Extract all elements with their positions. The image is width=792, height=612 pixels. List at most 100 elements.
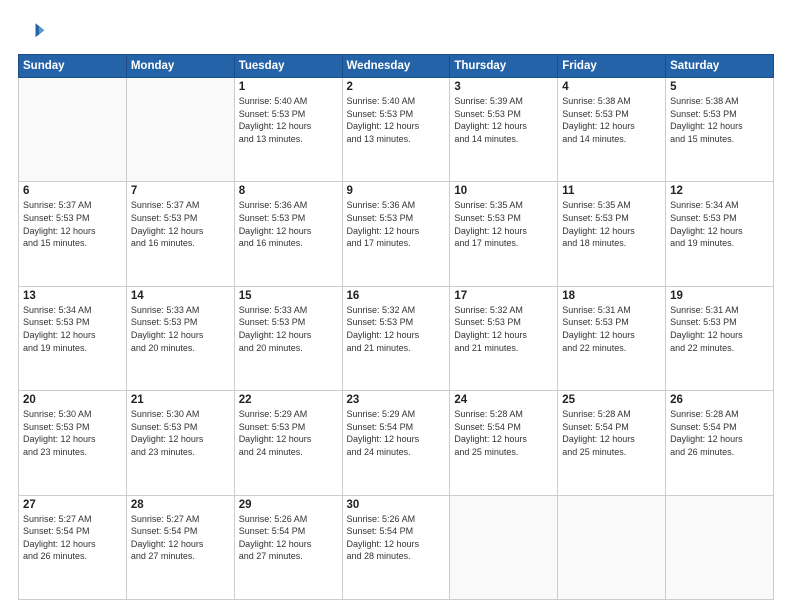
day-info: Sunrise: 5:39 AM Sunset: 5:53 PM Dayligh… (454, 95, 553, 145)
calendar-cell: 3 Sunrise: 5:39 AM Sunset: 5:53 PM Daylig… (450, 78, 558, 182)
day-number: 5 (670, 81, 769, 93)
calendar-cell: 13 Sunrise: 5:34 AM Sunset: 5:53 PM Dayli… (19, 286, 127, 390)
calendar-cell: 6Sunrise: 5:37 AM Sunset: 5:53 PM Daylig… (19, 182, 127, 286)
day-number: 22 (239, 394, 338, 406)
calendar-cell: 24 Sunrise: 5:28 AM Sunset: 5:54 PM Dayli… (450, 391, 558, 495)
calendar-week-4: 27 Sunrise: 5:27 AM Sunset: 5:54 PM Dayli… (19, 495, 774, 599)
day-number: 19 (670, 290, 769, 302)
day-info: Sunrise: 5:36 AM Sunset: 5:53 PM Dayligh… (347, 199, 446, 249)
day-info: Sunrise: 5:26 AM Sunset: 5:54 PM Dayligh… (347, 513, 446, 563)
day-number: 17 (454, 290, 553, 302)
day-number: 8 (239, 185, 338, 197)
day-number: 24 (454, 394, 553, 406)
day-info: Sunrise: 5:40 AM Sunset: 5:53 PM Dayligh… (347, 95, 446, 145)
day-info: Sunrise: 5:31 AM Sunset: 5:53 PM Dayligh… (562, 304, 661, 354)
calendar-cell: 15 Sunrise: 5:33 AM Sunset: 5:53 PM Dayli… (234, 286, 342, 390)
day-number: 10 (454, 185, 553, 197)
day-number: 3 (454, 81, 553, 93)
day-info: Sunrise: 5:33 AM Sunset: 5:53 PM Dayligh… (131, 304, 230, 354)
calendar-cell: 19 Sunrise: 5:31 AM Sunset: 5:53 PM Dayli… (666, 286, 774, 390)
day-info: Sunrise: 5:27 AM Sunset: 5:54 PM Dayligh… (131, 513, 230, 563)
calendar-header-tuesday: Tuesday (234, 55, 342, 78)
calendar-cell: 25 Sunrise: 5:28 AM Sunset: 5:54 PM Dayli… (558, 391, 666, 495)
calendar-header-friday: Friday (558, 55, 666, 78)
day-info: Sunrise: 5:30 AM Sunset: 5:53 PM Dayligh… (131, 408, 230, 458)
day-number: 25 (562, 394, 661, 406)
calendar-cell: 1Sunrise: 5:40 AM Sunset: 5:53 PM Daylig… (234, 78, 342, 182)
day-info: Sunrise: 5:37 AM Sunset: 5:53 PM Dayligh… (131, 199, 230, 249)
day-info: Sunrise: 5:38 AM Sunset: 5:53 PM Dayligh… (670, 95, 769, 145)
day-info: Sunrise: 5:26 AM Sunset: 5:54 PM Dayligh… (239, 513, 338, 563)
day-info: Sunrise: 5:29 AM Sunset: 5:53 PM Dayligh… (239, 408, 338, 458)
calendar-cell: 29 Sunrise: 5:26 AM Sunset: 5:54 PM Dayli… (234, 495, 342, 599)
calendar-cell: 2 Sunrise: 5:40 AM Sunset: 5:53 PM Daylig… (342, 78, 450, 182)
day-info: Sunrise: 5:34 AM Sunset: 5:53 PM Dayligh… (23, 304, 122, 354)
day-number: 4 (562, 81, 661, 93)
day-info: Sunrise: 5:34 AM Sunset: 5:53 PM Dayligh… (670, 199, 769, 249)
calendar-cell (19, 78, 127, 182)
calendar-header-row: SundayMondayTuesdayWednesdayThursdayFrid… (19, 55, 774, 78)
day-number: 26 (670, 394, 769, 406)
calendar-cell: 9 Sunrise: 5:36 AM Sunset: 5:53 PM Daylig… (342, 182, 450, 286)
day-info: Sunrise: 5:28 AM Sunset: 5:54 PM Dayligh… (454, 408, 553, 458)
calendar-week-1: 6 Sunrise: 5:37 AM Sunset: 5:53 PM Daylig… (19, 182, 774, 286)
day-number: 28 (131, 499, 230, 511)
calendar-cell (450, 495, 558, 599)
day-number: 7 (131, 185, 230, 197)
day-number: 29 (239, 499, 338, 511)
day-info: Sunrise: 5:35 AM Sunset: 5:53 PM Dayligh… (562, 199, 661, 249)
calendar-cell: 10 Sunrise: 5:35 AM Sunset: 5:53 PM Dayli… (450, 182, 558, 286)
calendar-cell: 5 Sunrise: 5:38 AM Sunset: 5:53 PM Daylig… (666, 78, 774, 182)
day-number: 23 (347, 394, 446, 406)
calendar-cell: 11 Sunrise: 5:35 AM Sunset: 5:53 PM Dayli… (558, 182, 666, 286)
calendar-cell: 8 Sunrise: 5:36 AM Sunset: 5:53 PM Daylig… (234, 182, 342, 286)
calendar-cell (558, 495, 666, 599)
day-info: Sunrise: 5:27 AM Sunset: 5:54 PM Dayligh… (23, 513, 122, 563)
day-number: 9 (347, 185, 446, 197)
calendar-cell: 21 Sunrise: 5:30 AM Sunset: 5:53 PM Dayli… (126, 391, 234, 495)
calendar-header-saturday: Saturday (666, 55, 774, 78)
calendar-table: SundayMondayTuesdayWednesdayThursdayFrid… (18, 54, 774, 600)
calendar-cell: 14 Sunrise: 5:33 AM Sunset: 5:53 PM Dayli… (126, 286, 234, 390)
day-number: 14 (131, 290, 230, 302)
day-info: Sunrise: 5:38 AM Sunset: 5:53 PM Dayligh… (562, 95, 661, 145)
calendar-cell: 28 Sunrise: 5:27 AM Sunset: 5:54 PM Dayli… (126, 495, 234, 599)
calendar-cell: 27 Sunrise: 5:27 AM Sunset: 5:54 PM Dayli… (19, 495, 127, 599)
day-number: 2 (347, 81, 446, 93)
calendar-cell: 18Sunrise: 5:31 AM Sunset: 5:53 PM Dayli… (558, 286, 666, 390)
day-info: Sunrise: 5:28 AM Sunset: 5:54 PM Dayligh… (670, 408, 769, 458)
calendar-cell: 4 Sunrise: 5:38 AM Sunset: 5:53 PM Daylig… (558, 78, 666, 182)
day-number: 20 (23, 394, 122, 406)
day-number: 15 (239, 290, 338, 302)
day-info: Sunrise: 5:33 AM Sunset: 5:53 PM Dayligh… (239, 304, 338, 354)
calendar-header-sunday: Sunday (19, 55, 127, 78)
day-number: 11 (562, 185, 661, 197)
calendar-week-2: 13 Sunrise: 5:34 AM Sunset: 5:53 PM Dayli… (19, 286, 774, 390)
calendar-header-thursday: Thursday (450, 55, 558, 78)
day-number: 1 (239, 81, 338, 93)
calendar-cell (126, 78, 234, 182)
day-info: Sunrise: 5:32 AM Sunset: 5:53 PM Dayligh… (347, 304, 446, 354)
day-number: 21 (131, 394, 230, 406)
calendar-cell: 17Sunrise: 5:32 AM Sunset: 5:53 PM Dayli… (450, 286, 558, 390)
calendar-cell: 20 Sunrise: 5:30 AM Sunset: 5:53 PM Dayli… (19, 391, 127, 495)
day-info: Sunrise: 5:35 AM Sunset: 5:53 PM Dayligh… (454, 199, 553, 249)
calendar-cell: 26 Sunrise: 5:28 AM Sunset: 5:54 PM Dayli… (666, 391, 774, 495)
calendar-cell: 16Sunrise: 5:32 AM Sunset: 5:53 PM Dayli… (342, 286, 450, 390)
day-number: 30 (347, 499, 446, 511)
day-number: 6 (23, 185, 122, 197)
logo-icon (18, 18, 46, 46)
day-info: Sunrise: 5:36 AM Sunset: 5:53 PM Dayligh… (239, 199, 338, 249)
day-info: Sunrise: 5:30 AM Sunset: 5:53 PM Dayligh… (23, 408, 122, 458)
header (18, 18, 774, 46)
calendar-cell: 23Sunrise: 5:29 AM Sunset: 5:54 PM Dayli… (342, 391, 450, 495)
logo (18, 18, 48, 46)
day-number: 12 (670, 185, 769, 197)
day-info: Sunrise: 5:31 AM Sunset: 5:53 PM Dayligh… (670, 304, 769, 354)
calendar-header-monday: Monday (126, 55, 234, 78)
day-info: Sunrise: 5:28 AM Sunset: 5:54 PM Dayligh… (562, 408, 661, 458)
calendar-header-wednesday: Wednesday (342, 55, 450, 78)
calendar-cell: 12 Sunrise: 5:34 AM Sunset: 5:53 PM Dayli… (666, 182, 774, 286)
day-number: 13 (23, 290, 122, 302)
day-number: 27 (23, 499, 122, 511)
